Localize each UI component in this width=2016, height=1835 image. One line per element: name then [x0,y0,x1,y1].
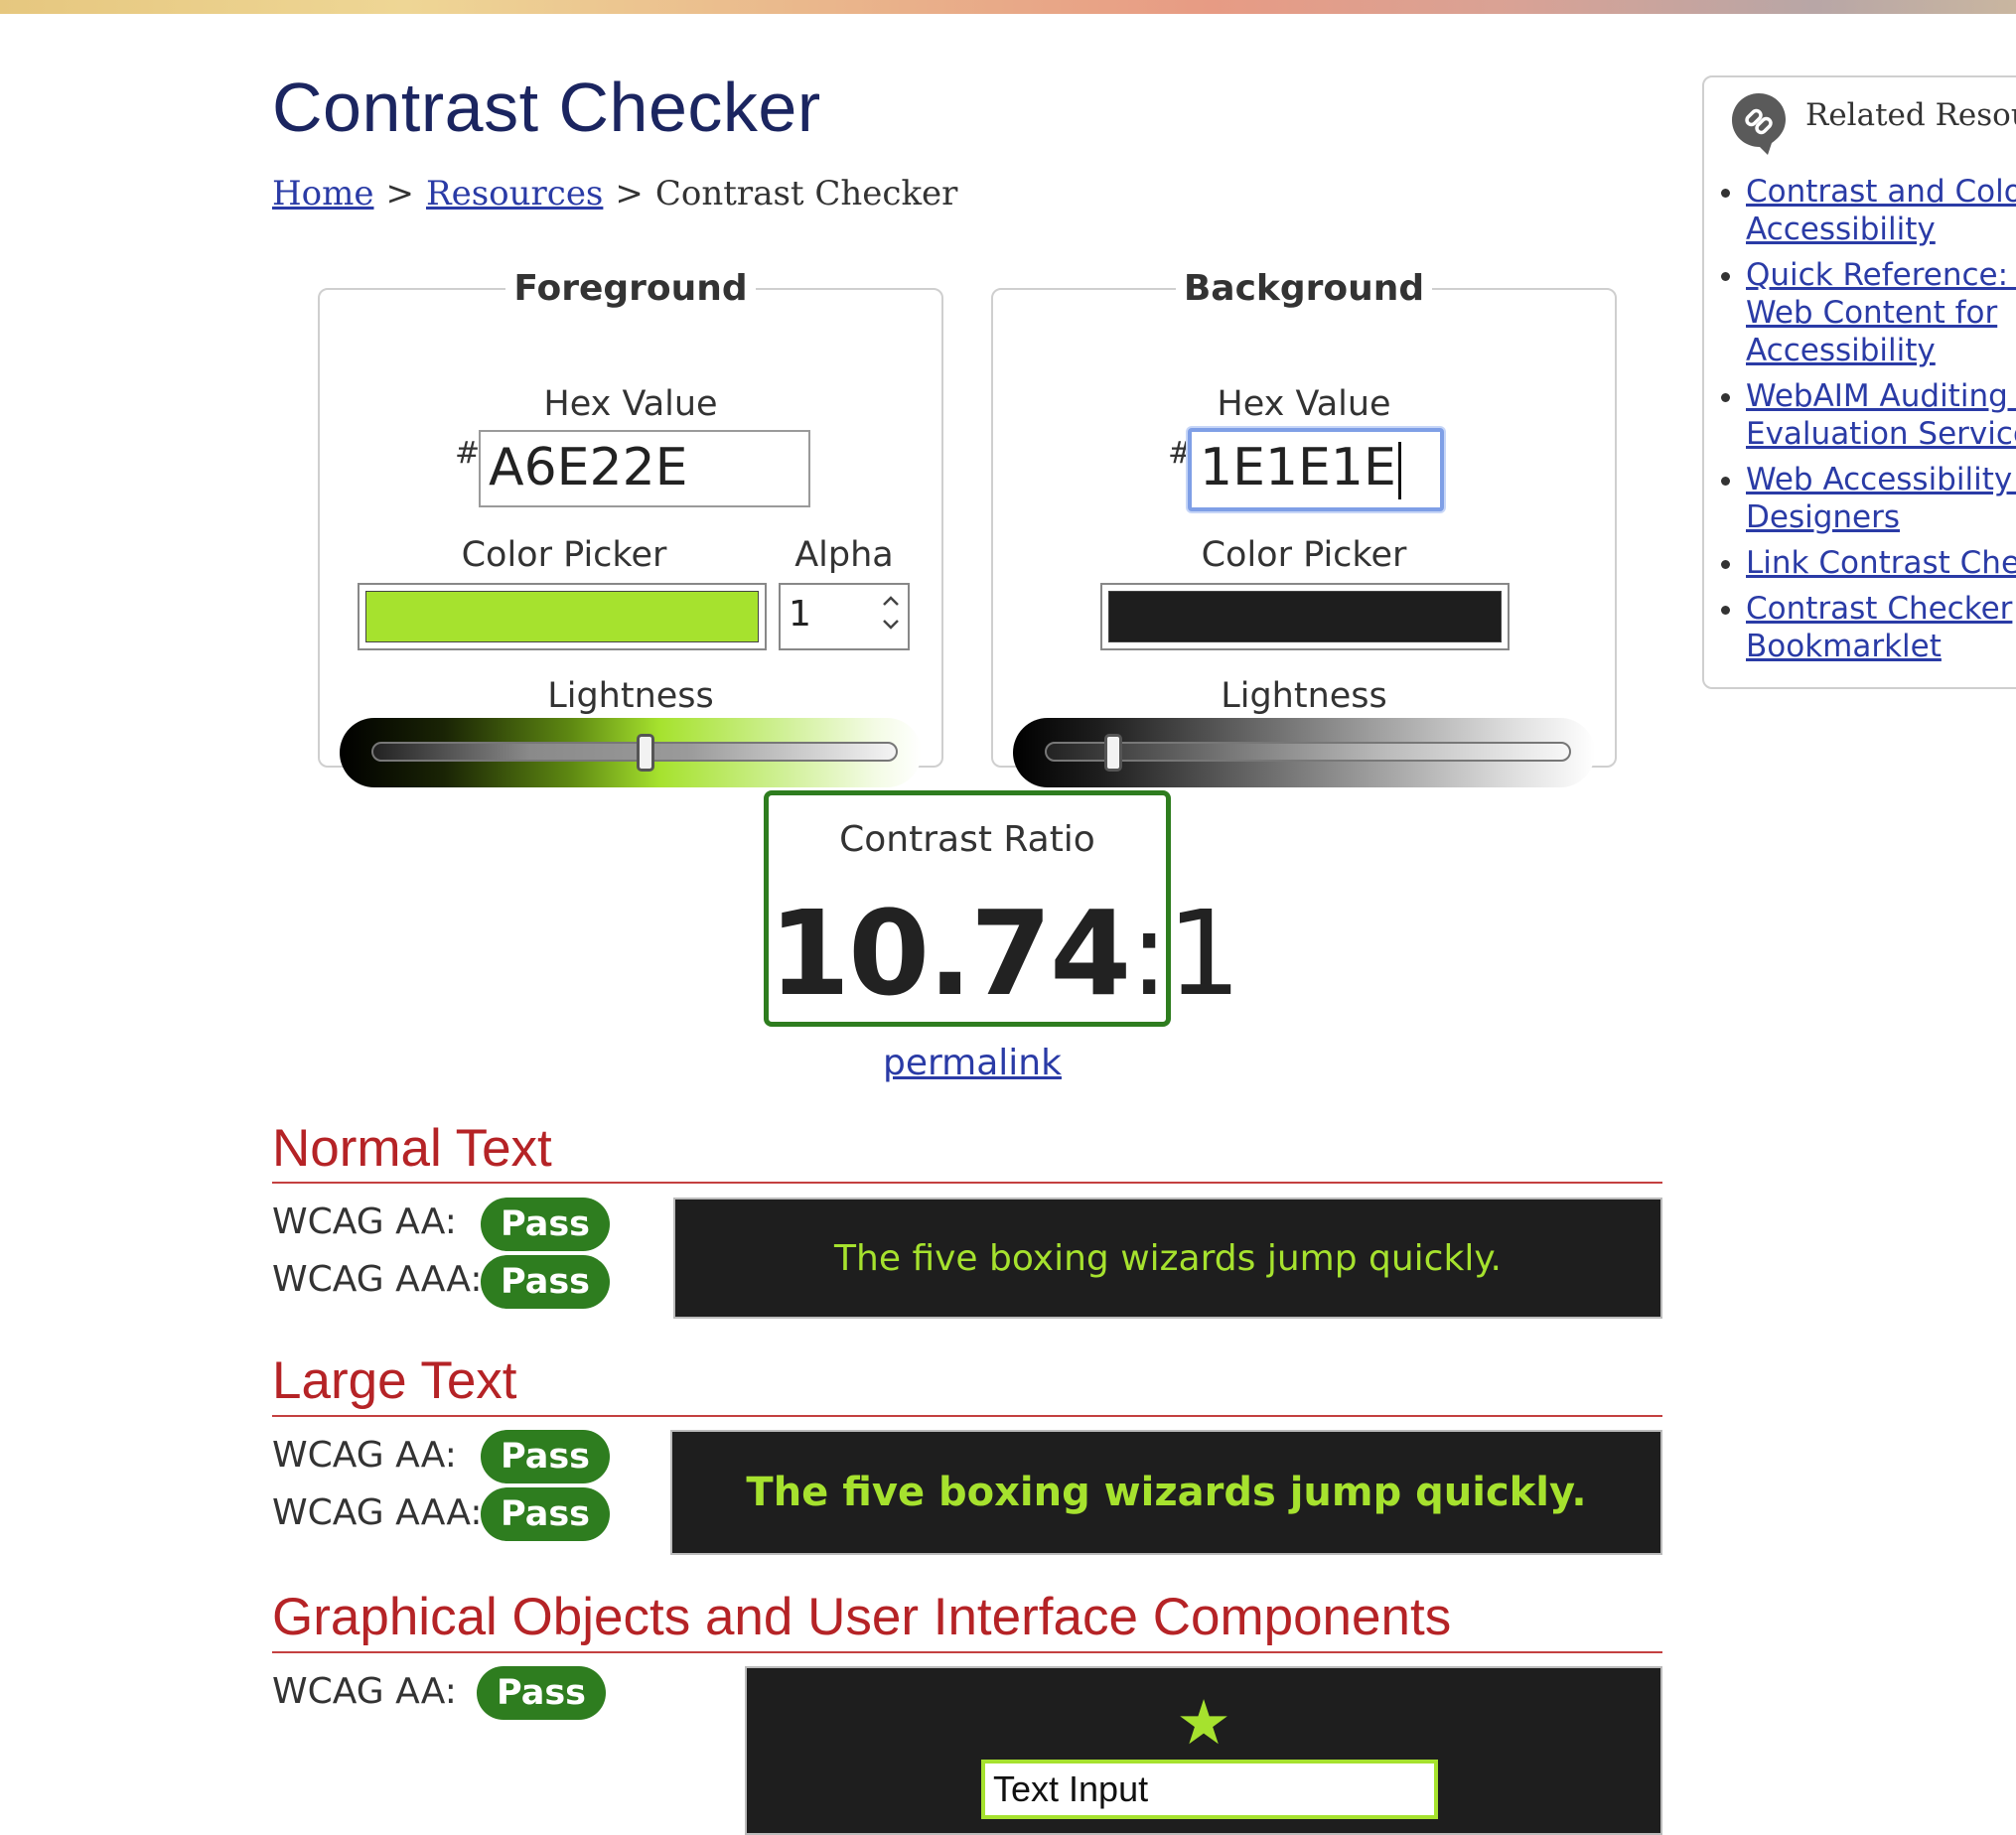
graphical-objects-heading: Graphical Objects and User Interface Com… [272,1588,1452,1646]
normal-text-aaa-label: WCAG AAA: [272,1259,483,1300]
related-resources-panel: Related Resou Contrast and ColorAccessib… [1702,75,2016,689]
related-link-text: Contrast Checker [1746,591,2013,627]
background-lightness-track [1045,742,1571,762]
link-icon [1730,91,1788,157]
related-link-item: WebAIM Auditing &Evaluation Services [1746,377,2016,453]
large-text-aa-pass-badge: Pass [481,1430,610,1483]
related-link-item: Quick Reference: TeWeb Content forAccess… [1746,256,2016,369]
background-hex-input[interactable]: 1E1E1E [1188,428,1444,511]
normal-text-sample: The five boxing wizards jump quickly. [673,1198,1662,1319]
large-text-heading: Large Text [272,1351,517,1410]
contrast-ratio-label: Contrast Ratio [839,819,1095,860]
contrast-ratio-number: 10.74 [769,885,1131,1022]
related-link-text: Web Accessibility fo [1746,462,2016,497]
related-link-contrast-color[interactable]: Contrast and Color Accessibility [1746,174,2016,247]
contrast-ratio-suffix: :1 [1129,885,1241,1022]
star-icon: ★ [1176,1686,1231,1759]
background-color-picker[interactable] [1100,583,1510,650]
breadcrumb: Home > Resources > Contrast Checker [272,174,957,213]
top-decorative-banner [0,0,2016,14]
large-text-aaa-pass-badge: Pass [481,1487,610,1541]
background-color-swatch [1108,591,1502,642]
related-link-item: Web Accessibility foDesigners [1746,461,2016,536]
normal-text-aaa-pass-badge: Pass [481,1255,610,1309]
foreground-lightness-slider[interactable] [340,718,922,787]
related-link-text: Quick Reference: Te [1746,257,2016,293]
related-link-text: Accessibility [1746,212,1936,247]
related-link-quick-reference[interactable]: Quick Reference: TeWeb Content forAccess… [1746,257,2016,368]
background-lightness-label: Lightness [1221,676,1387,716]
related-link-text: Contrast and Color [1746,174,2016,210]
foreground-alpha-label: Alpha [794,535,894,575]
graphical-aa-label: WCAG AA: [272,1671,457,1712]
breadcrumb-resources-link[interactable]: Resources [426,174,603,213]
breadcrumb-separator: > [615,174,644,213]
section-divider [272,1651,1662,1653]
related-link-text: Designers [1746,499,1900,535]
normal-text-heading: Normal Text [272,1119,552,1178]
background-legend: Background [1183,268,1425,309]
related-resources-list: Contrast and ColorAccessibility Quick Re… [1704,173,2016,673]
background-hex-label: Hex Value [1217,384,1391,424]
background-color-picker-label: Color Picker [1201,535,1407,575]
graphical-objects-sample: ★ Text Input [745,1666,1662,1835]
foreground-panel: Foreground Hex Value # A6E22E Color Pick… [318,268,943,787]
foreground-alpha-value: 1 [789,594,811,635]
alpha-spinner-icon[interactable] [880,591,902,638]
foreground-color-picker[interactable] [358,583,767,650]
breadcrumb-home-link[interactable]: Home [272,174,373,213]
foreground-legend: Foreground [513,268,748,309]
related-link-item: Contrast and ColorAccessibility [1746,173,2016,248]
large-text-sample: The five boxing wizards jump quickly. [670,1430,1662,1555]
contrast-ratio-box: Contrast Ratio 10.74:1 [764,790,1241,1027]
foreground-lightness-label: Lightness [547,676,714,716]
foreground-lightness-track [371,742,898,762]
related-link-text: Accessibility [1746,333,1936,368]
related-link-text: Evaluation Services [1746,416,2016,452]
text-caret [1397,442,1401,499]
permalink-link[interactable]: permalink [883,1043,1062,1083]
sample-text-input[interactable]: Text Input [981,1760,1438,1819]
page-title: Contrast Checker [272,69,821,146]
foreground-color-swatch [365,591,759,642]
foreground-hex-input[interactable]: A6E22E [479,430,810,507]
section-divider [272,1415,1662,1417]
related-link-text: Web Content for [1746,295,1998,331]
related-link-text: Link Contrast Check [1746,545,2016,581]
background-lightness-thumb[interactable] [1103,734,1122,772]
related-link-item: Link Contrast Check [1746,544,2016,582]
related-link-text: WebAIM Auditing & [1746,378,2016,414]
foreground-lightness-thumb[interactable] [636,734,654,772]
related-link-link-contrast[interactable]: Link Contrast Check [1746,545,2016,581]
section-divider [272,1182,1662,1184]
foreground-alpha-input[interactable]: 1 [779,583,910,650]
related-link-bookmarklet[interactable]: Contrast Checker Bookmarklet [1746,591,2012,664]
related-link-text: Bookmarklet [1746,629,1942,664]
large-text-aaa-label: WCAG AAA: [272,1492,483,1533]
normal-text-aa-label: WCAG AA: [272,1201,457,1242]
related-link-designers[interactable]: Web Accessibility foDesigners [1746,462,2016,535]
related-link-item: Contrast CheckerBookmarklet [1746,590,2016,665]
related-link-auditing[interactable]: WebAIM Auditing &Evaluation Services [1746,378,2016,452]
foreground-hash-symbol: # [455,436,481,471]
background-panel: Background Hex Value # 1E1E1E Color Pick… [991,268,1617,787]
large-text-aa-label: WCAG AA: [272,1435,457,1476]
foreground-color-picker-label: Color Picker [461,535,667,575]
background-lightness-slider[interactable] [1013,718,1595,787]
graphical-aa-pass-badge: Pass [477,1666,606,1720]
normal-text-aa-pass-badge: Pass [481,1198,610,1251]
breadcrumb-current: Contrast Checker [654,174,958,213]
related-resources-title: Related Resou [1805,97,2016,133]
foreground-hex-label: Hex Value [543,384,718,424]
contrast-ratio-value: 10.74:1 [769,885,1241,1022]
breadcrumb-separator: > [385,174,414,213]
background-hex-value: 1E1E1E [1200,438,1396,497]
